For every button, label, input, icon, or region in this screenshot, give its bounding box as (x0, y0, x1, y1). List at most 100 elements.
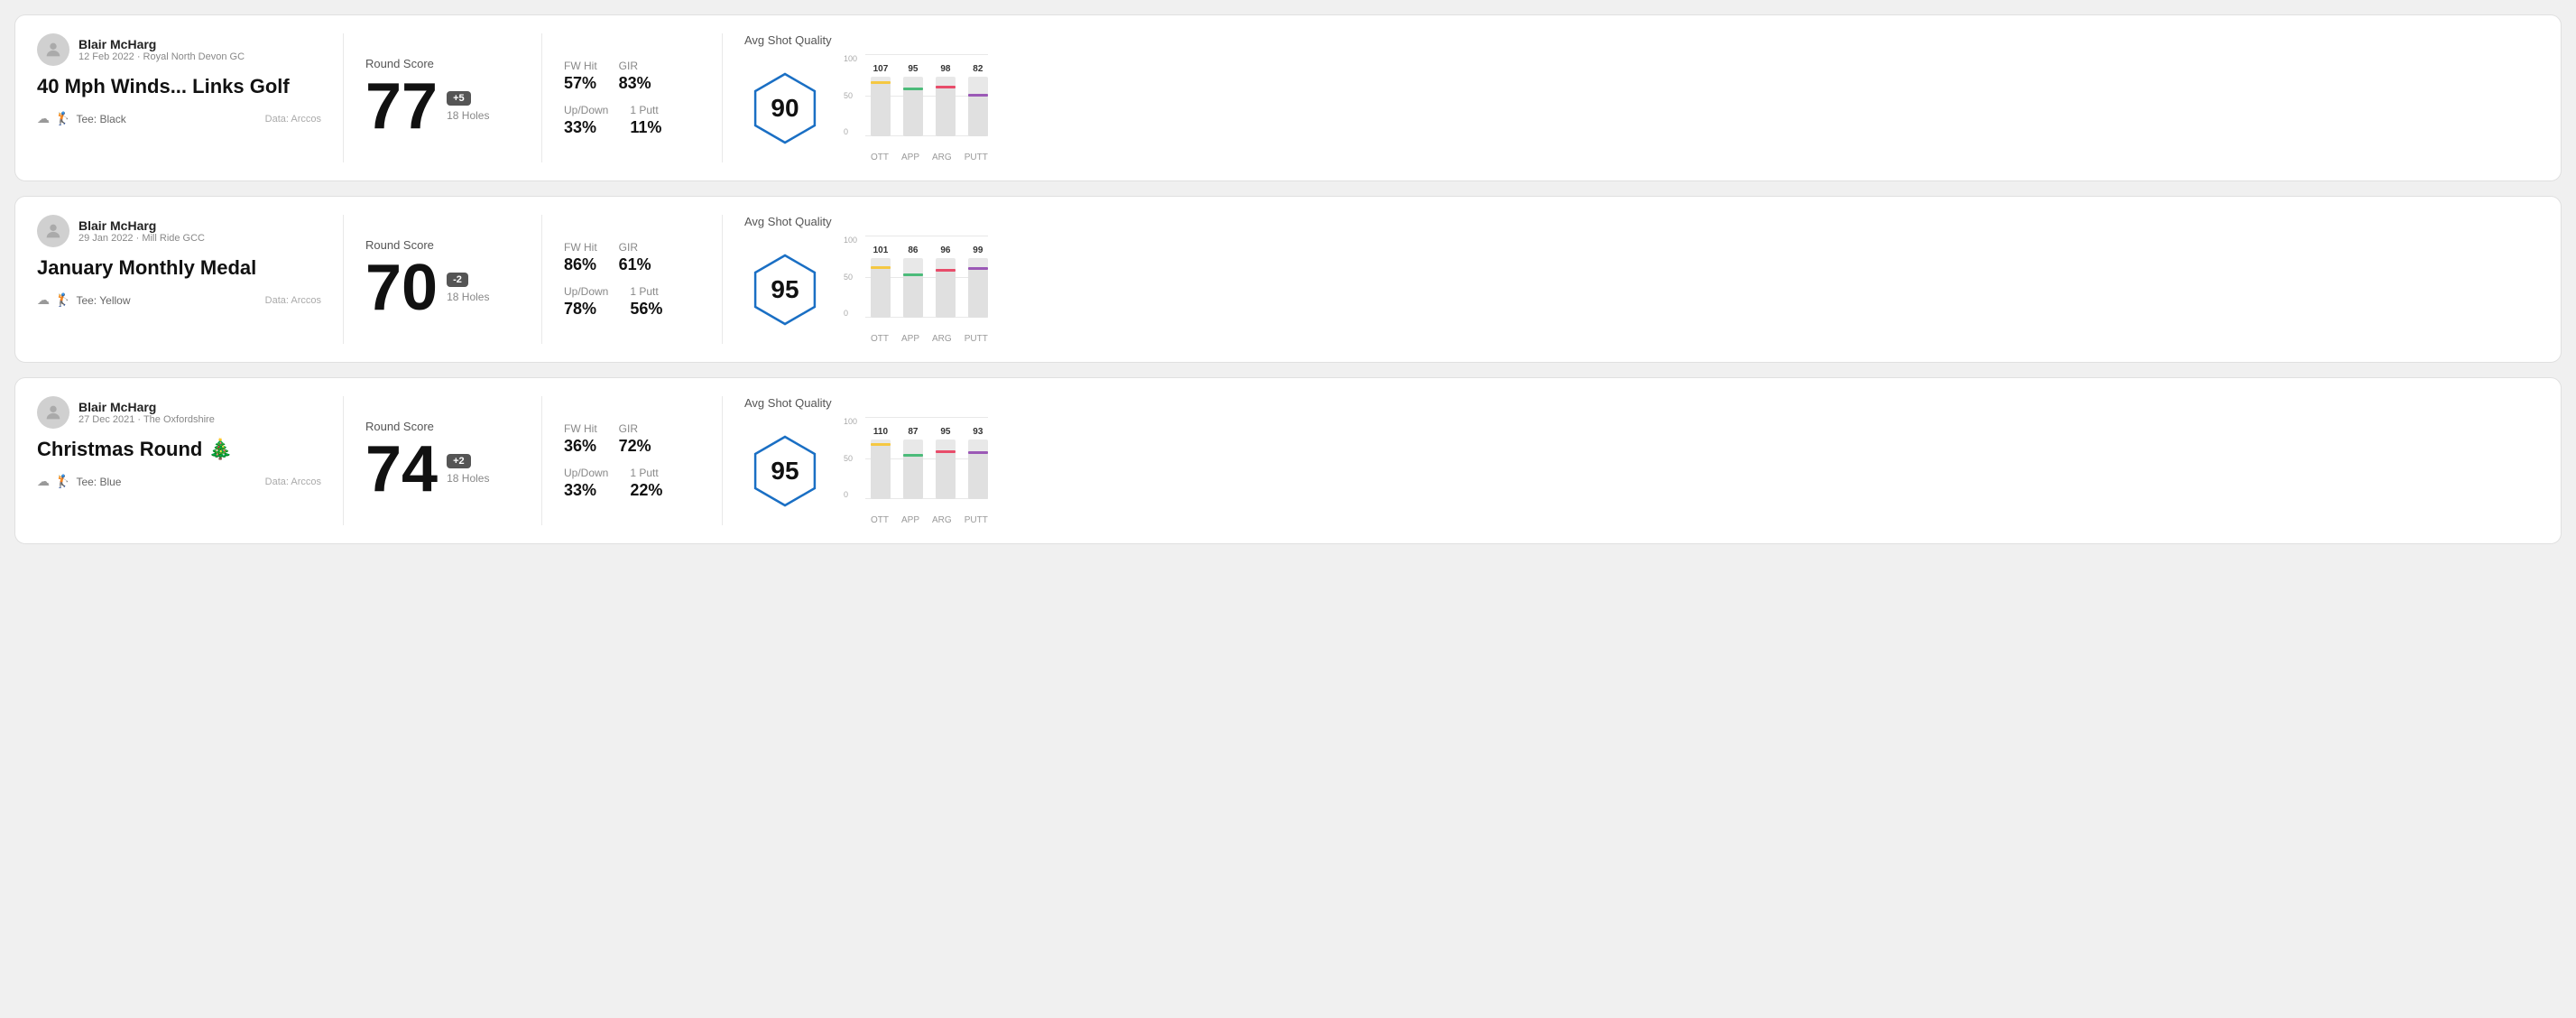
oneputt-value: 56% (630, 300, 662, 319)
hexagon-quality: 90 (744, 68, 826, 149)
tee-info: ☁ 🏌 Tee: Blue (37, 474, 121, 489)
round-title: 40 Mph Winds... Links Golf (37, 75, 321, 98)
card-quality-3: Avg Shot Quality 95 100 50 0 (723, 396, 2539, 525)
hexagon-quality: 95 (744, 430, 826, 512)
fw-hit-value: 36% (564, 437, 597, 456)
fw-hit-value: 86% (564, 255, 597, 274)
user-name: Blair McHarg (78, 400, 215, 414)
updown-stat: Up/Down 78% (564, 285, 608, 319)
oneputt-stat: 1 Putt 22% (630, 467, 662, 500)
bag-icon: 🏌 (55, 474, 70, 489)
user-row: Blair McHarg 12 Feb 2022 · Royal North D… (37, 33, 321, 66)
oneputt-label: 1 Putt (630, 467, 662, 479)
weather-icon: ☁ (37, 111, 50, 126)
stats-row-bottom: Up/Down 33% 1 Putt 22% (564, 467, 700, 500)
card-quality-1: Avg Shot Quality 90 100 50 0 (723, 33, 2539, 162)
data-source: Data: Arccos (265, 477, 321, 487)
score-number: 74 (365, 437, 438, 502)
data-source: Data: Arccos (265, 114, 321, 125)
round-title: January Monthly Medal (37, 256, 321, 280)
chart-x-label: PUTT (965, 515, 988, 525)
card-footer: ☁ 🏌 Tee: Black Data: Arccos (37, 111, 321, 126)
holes-label: 18 Holes (447, 472, 489, 485)
gir-label: GIR (619, 422, 651, 435)
gir-stat: GIR 72% (619, 422, 651, 456)
quality-score: 95 (771, 457, 799, 486)
stats-row-top: FW Hit 36% GIR 72% (564, 422, 700, 456)
round-card-2: Blair McHarg 29 Jan 2022 · Mill Ride GCC… (14, 196, 2562, 363)
round-title: Christmas Round 🎄 (37, 438, 321, 461)
oneputt-stat: 1 Putt 11% (630, 104, 661, 137)
bag-icon: 🏌 (55, 111, 70, 126)
score-badge: +2 18 Holes (447, 454, 489, 485)
bag-icon: 🏌 (55, 292, 70, 308)
user-meta: 12 Feb 2022 · Royal North Devon GC (78, 51, 245, 62)
score-label: Round Score (365, 57, 520, 70)
stats-row-bottom: Up/Down 78% 1 Putt 56% (564, 285, 700, 319)
chart-x-label: PUTT (965, 334, 988, 344)
chart-x-label: ARG (932, 515, 952, 525)
gir-label: GIR (619, 60, 651, 72)
fw-hit-label: FW Hit (564, 241, 597, 254)
score-badge: +5 18 Holes (447, 91, 489, 122)
oneputt-value: 11% (630, 118, 661, 137)
round-card-3: Blair McHarg 27 Dec 2021 · The Oxfordshi… (14, 377, 2562, 544)
score-main: 77 +5 18 Holes (365, 74, 520, 139)
hexagon-quality: 95 (744, 249, 826, 330)
card-left-3: Blair McHarg 27 Dec 2021 · The Oxfordshi… (37, 396, 344, 525)
chart-x-label: PUTT (965, 153, 988, 162)
card-score-1: Round Score 77 +5 18 Holes (344, 33, 542, 162)
gir-value: 72% (619, 437, 651, 456)
user-meta: 27 Dec 2021 · The Oxfordshire (78, 414, 215, 425)
person-icon (43, 221, 63, 241)
updown-stat: Up/Down 33% (564, 104, 608, 137)
updown-label: Up/Down (564, 467, 608, 479)
card-left-1: Blair McHarg 12 Feb 2022 · Royal North D… (37, 33, 344, 162)
gir-value: 83% (619, 74, 651, 93)
chart-x-label: OTT (871, 334, 889, 344)
card-left-2: Blair McHarg 29 Jan 2022 · Mill Ride GCC… (37, 215, 344, 344)
tee-label: Tee: Blue (76, 476, 121, 488)
card-score-2: Round Score 70 -2 18 Holes (344, 215, 542, 344)
fw-hit-label: FW Hit (564, 422, 597, 435)
updown-label: Up/Down (564, 104, 608, 116)
avatar (37, 33, 69, 66)
quality-section: Avg Shot Quality 95 100 50 0 (744, 215, 988, 344)
score-main: 70 -2 18 Holes (365, 255, 520, 320)
user-info: Blair McHarg 12 Feb 2022 · Royal North D… (78, 37, 245, 62)
card-footer: ☁ 🏌 Tee: Yellow Data: Arccos (37, 292, 321, 308)
fw-hit-stat: FW Hit 57% (564, 60, 597, 93)
chart-x-label: APP (901, 334, 919, 344)
tee-label: Tee: Yellow (76, 294, 130, 307)
stats-row-top: FW Hit 57% GIR 83% (564, 60, 700, 93)
user-name: Blair McHarg (78, 37, 245, 51)
gir-value: 61% (619, 255, 651, 274)
oneputt-value: 22% (630, 481, 662, 500)
quality-score: 95 (771, 275, 799, 304)
gir-stat: GIR 83% (619, 60, 651, 93)
card-stats-2: FW Hit 86% GIR 61% Up/Down 78% 1 Putt 56… (542, 215, 723, 344)
score-number: 70 (365, 255, 438, 320)
stats-row-top: FW Hit 86% GIR 61% (564, 241, 700, 274)
user-info: Blair McHarg 29 Jan 2022 · Mill Ride GCC (78, 218, 205, 244)
round-card-1: Blair McHarg 12 Feb 2022 · Royal North D… (14, 14, 2562, 181)
oneputt-label: 1 Putt (630, 285, 662, 298)
gir-label: GIR (619, 241, 651, 254)
quality-section: Avg Shot Quality 90 100 50 0 (744, 33, 988, 162)
quality-label: Avg Shot Quality (744, 396, 832, 410)
person-icon (43, 40, 63, 60)
holes-label: 18 Holes (447, 109, 489, 122)
updown-stat: Up/Down 33% (564, 467, 608, 500)
tee-label: Tee: Black (76, 113, 125, 125)
updown-value: 33% (564, 118, 608, 137)
card-stats-1: FW Hit 57% GIR 83% Up/Down 33% 1 Putt 11… (542, 33, 723, 162)
chart-x-label: ARG (932, 334, 952, 344)
modifier-badge: +2 (447, 454, 471, 468)
avatar (37, 215, 69, 247)
stats-row-bottom: Up/Down 33% 1 Putt 11% (564, 104, 700, 137)
score-badge: -2 18 Holes (447, 273, 489, 303)
oneputt-stat: 1 Putt 56% (630, 285, 662, 319)
chart-x-label: APP (901, 515, 919, 525)
card-score-3: Round Score 74 +2 18 Holes (344, 396, 542, 525)
tee-info: ☁ 🏌 Tee: Yellow (37, 292, 130, 308)
